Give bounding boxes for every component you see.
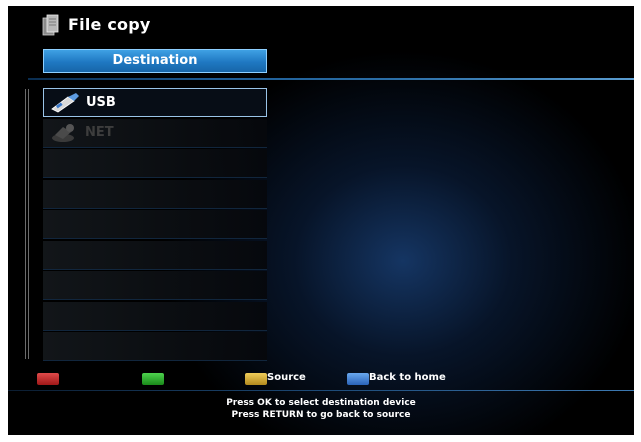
file-copy-screen: File copy Destination USB NET Source Bac…	[8, 6, 634, 435]
device-label: NET	[85, 124, 114, 140]
color-key-bar: Source Back to home	[8, 371, 634, 387]
tab-destination[interactable]: Destination	[43, 49, 267, 73]
network-icon	[52, 123, 74, 142]
yellow-key-icon[interactable]	[245, 373, 267, 385]
divider	[8, 390, 634, 391]
page-title: File copy	[68, 15, 151, 34]
device-item-usb[interactable]: USB	[43, 88, 267, 117]
list-item-empty	[43, 301, 267, 331]
blue-key-icon[interactable]	[347, 373, 369, 385]
list-item-empty	[43, 271, 267, 300]
list-item-empty	[43, 240, 267, 270]
list-item-empty	[43, 179, 267, 209]
help-line-return: Press RETURN to go back to source	[231, 410, 411, 420]
divider	[28, 78, 634, 80]
green-key-icon[interactable]	[142, 373, 164, 385]
list-item-empty	[43, 210, 267, 239]
source-key-label[interactable]: Source	[267, 372, 306, 383]
list-item-empty	[43, 149, 267, 178]
red-key-icon[interactable]	[37, 373, 59, 385]
help-text: Press OK to select destination device Pr…	[8, 397, 634, 421]
back-to-home-key-label[interactable]: Back to home	[369, 372, 446, 383]
help-line-ok: Press OK to select destination device	[226, 398, 416, 408]
list-item-empty	[43, 332, 267, 361]
scrollbar-track[interactable]	[25, 89, 29, 359]
device-item-net[interactable]: NET	[43, 118, 267, 148]
device-label: USB	[86, 95, 116, 110]
file-copy-icon	[42, 14, 59, 36]
device-list: USB NET	[43, 88, 267, 363]
usb-icon	[51, 93, 79, 113]
